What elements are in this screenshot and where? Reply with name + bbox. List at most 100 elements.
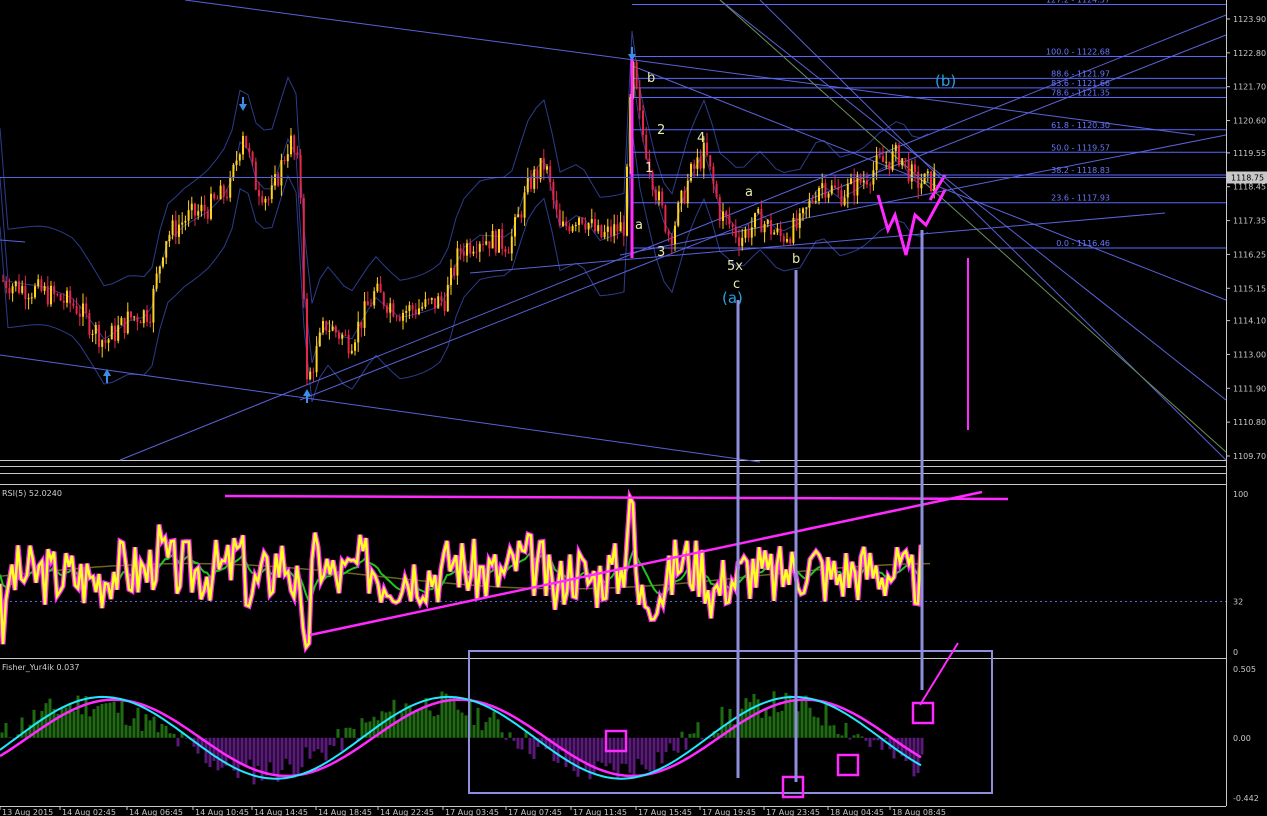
candle-body [382, 292, 385, 306]
price-tick-label: 1119.55 [1233, 149, 1266, 158]
fisher-histogram-bar [320, 737, 324, 753]
candle-body [894, 144, 897, 152]
candle-body [526, 177, 529, 193]
candle-body [600, 225, 603, 238]
candle-body [827, 193, 830, 198]
candle-body [136, 316, 139, 322]
candle-body [62, 300, 65, 303]
candle-body [414, 309, 417, 315]
fisher-histogram-bar [156, 732, 160, 738]
price-tick-label: 1109.70 [1233, 452, 1266, 461]
candle-body [331, 326, 334, 331]
candle-body [686, 180, 689, 204]
candle-body [862, 180, 865, 183]
fisher-histogram-bar [580, 737, 584, 760]
candle-body [738, 237, 740, 247]
candle-body [37, 279, 40, 287]
candle-body [75, 305, 78, 314]
fisher-histogram-bar [636, 737, 640, 759]
fisher-histogram-bar [108, 702, 112, 738]
candle-body [290, 135, 292, 155]
fisher-histogram-bar [748, 702, 752, 738]
candle-body [258, 189, 260, 197]
candle-body [638, 88, 641, 111]
wave-label: a [745, 185, 753, 200]
candle-body [478, 243, 481, 252]
fisher-histogram-bar [820, 725, 824, 738]
candle-body [251, 151, 254, 162]
time-tick-label: 14 Aug 06:45 [129, 808, 183, 816]
candle-body [222, 185, 225, 197]
rsi-resistance-line [224, 494, 1009, 501]
candle-body [475, 251, 478, 253]
wave-label: 1 [645, 161, 653, 176]
trading-chart-canvas[interactable]: 127.2 - 1124.37 100.0 - 1122.68 88.6 - 112… [0, 0, 1267, 816]
candle-body [718, 197, 721, 221]
candle-body [11, 286, 14, 294]
candle-body [482, 243, 484, 245]
fisher-histogram-bar [804, 695, 808, 738]
fisher-histogram-bar [148, 720, 152, 738]
candle-body [533, 169, 536, 189]
fisher-histogram-bar [124, 724, 128, 738]
fisher-histogram-bar [268, 737, 272, 763]
candle-body [325, 320, 328, 331]
fib-level-label: 61.8 - 1120.30 [1051, 121, 1110, 130]
fisher-histogram-bar [644, 737, 648, 770]
candle-body [683, 190, 686, 204]
candle-body [866, 180, 868, 185]
candle-body [226, 196, 228, 198]
candle-body [360, 321, 363, 328]
fisher-histogram-bar [112, 701, 116, 738]
candle-body [98, 324, 100, 347]
candle-body [245, 135, 248, 148]
candle-body [514, 217, 516, 237]
fisher-histogram-bar [472, 725, 476, 738]
trendlines [0, 0, 1227, 463]
fisher-histogram-bar [44, 703, 48, 738]
candle-body [184, 220, 187, 223]
fisher-histogram-bar [48, 698, 52, 738]
candle-body [306, 298, 308, 380]
candle-body [498, 229, 500, 253]
candle-body [78, 313, 81, 317]
candle-body [53, 285, 56, 295]
candle-body [770, 219, 772, 235]
fisher-histogram-bar [764, 707, 768, 738]
fisher-histogram-bar [128, 725, 132, 738]
fisher-histogram-bar [868, 737, 872, 747]
candle-body [904, 158, 907, 160]
fisher-histogram-bar [428, 710, 432, 738]
rsi-panel: 100 32 0 [0, 488, 1248, 657]
candle-body [2, 280, 4, 282]
fisher-histogram-bar [120, 701, 124, 738]
fisher-histogram-bar [300, 737, 304, 768]
fisher-histogram-bar [328, 737, 332, 746]
candle-body [677, 203, 680, 226]
fisher-histogram-bar [852, 735, 856, 738]
candle-body [88, 312, 91, 335]
candle-body [264, 198, 267, 203]
candle-body [59, 294, 62, 301]
candle-body [408, 305, 411, 312]
fisher-histogram-bar [848, 737, 852, 740]
candle-body [552, 182, 555, 201]
candle-body [453, 267, 456, 276]
candle-body [530, 177, 532, 189]
candle-body [120, 317, 123, 326]
time-tick-label: 17 Aug 15:45 [638, 808, 692, 816]
price-tick-label: 1113.00 [1233, 350, 1266, 359]
candle-body [395, 316, 398, 318]
candle-body [741, 237, 744, 247]
candle-body [181, 222, 184, 225]
candle-body [347, 334, 350, 354]
fisher-histogram-bar [344, 727, 348, 738]
candle-body [542, 157, 545, 170]
candle-body [398, 317, 401, 321]
candle-body [779, 228, 782, 237]
fisher-histogram-bar [508, 732, 512, 738]
candle-body [642, 110, 644, 135]
fisher-histogram-bar [316, 737, 320, 750]
candle-body [94, 324, 97, 334]
price-tick-label: 1123.90 [1233, 15, 1266, 24]
